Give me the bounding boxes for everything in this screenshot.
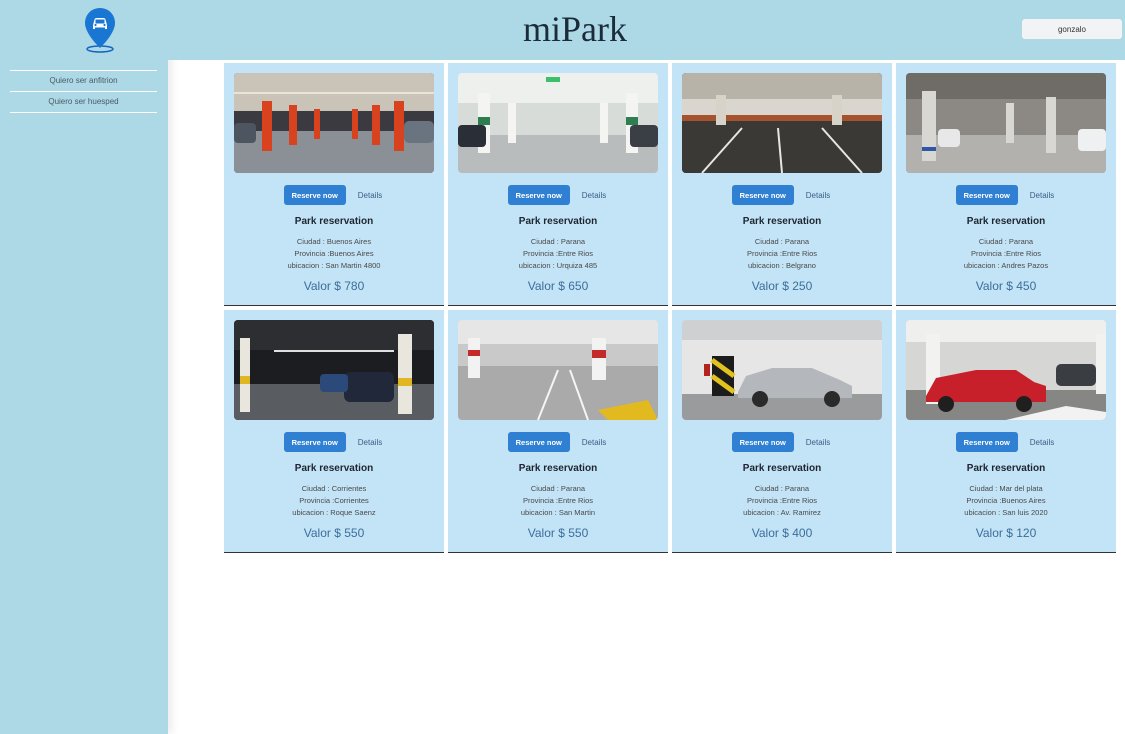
card-ubicacion: ubicacion : Andres Pazos (963, 261, 1049, 270)
parking-card: Reserve now Details Park reservation Ciu… (224, 63, 444, 306)
card-actions: Reserve now Details (672, 432, 892, 452)
reserve-now-button[interactable]: Reserve now (507, 432, 570, 452)
card-price: Valor $ 120 (975, 526, 1037, 540)
card-info: Ciudad : Parana Provincia :Entre Rios ub… (672, 236, 892, 272)
sidebar-link-anfitrion[interactable]: Quiero ser anfitrion (10, 70, 157, 91)
card-provincia: Provincia :Buenos Aires (966, 496, 1046, 505)
card-title: Park reservation (742, 463, 822, 474)
card-provincia: Provincia :Buenos Aires (294, 249, 374, 258)
card-ubicacion: ubicacion : San Martin (520, 508, 596, 517)
card-ubicacion: ubicacion : San luis 2020 (964, 508, 1048, 517)
card-price: Valor $ 450 (975, 279, 1037, 293)
reserve-now-button[interactable]: Reserve now (731, 432, 794, 452)
details-link[interactable]: Details (804, 191, 832, 200)
header: miPark gonzalo (168, 0, 1125, 60)
card-price: Valor $ 550 (527, 526, 589, 540)
parking-card: Reserve now Details Park reservation Ciu… (896, 63, 1116, 306)
user-button[interactable]: gonzalo (1022, 19, 1122, 39)
card-title: Park reservation (294, 216, 374, 227)
sidebar-link-huesped[interactable]: Quiero ser huesped (10, 91, 157, 113)
parking-photo (234, 73, 434, 173)
parking-card: Reserve now Details Park reservation Ciu… (896, 310, 1116, 553)
card-ciudad: Ciudad : Mar del plata (969, 484, 1043, 493)
card-title: Park reservation (742, 216, 822, 227)
reserve-now-button[interactable]: Reserve now (955, 432, 1018, 452)
card-ciudad: Ciudad : Parana (978, 237, 1034, 246)
card-ciudad: Ciudad : Parana (530, 237, 586, 246)
parking-grid: Reserve now Details Park reservation Ciu… (224, 63, 1116, 553)
sidebar: Quiero ser anfitrion Quiero ser huesped (0, 0, 168, 734)
card-actions: Reserve now Details (448, 185, 668, 205)
card-actions: Reserve now Details (896, 185, 1116, 205)
parking-photo (458, 73, 658, 173)
parking-photo (682, 320, 882, 420)
card-actions: Reserve now Details (224, 432, 444, 452)
details-link[interactable]: Details (580, 191, 608, 200)
parking-pin-car-icon[interactable] (84, 7, 116, 53)
card-info: Ciudad : Mar del plata Provincia :Buenos… (896, 483, 1116, 519)
card-info: Ciudad : Parana Provincia :Entre Rios ub… (896, 236, 1116, 272)
parking-card: Reserve now Details Park reservation Ciu… (448, 310, 668, 553)
card-provincia: Provincia :Entre Rios (746, 249, 818, 258)
card-ubicacion: ubicacion : Belgrano (748, 261, 816, 270)
card-price: Valor $ 550 (303, 526, 365, 540)
card-actions: Reserve now Details (448, 432, 668, 452)
card-info: Ciudad : Buenos Aires Provincia :Buenos … (224, 236, 444, 272)
card-info: Ciudad : Parana Provincia :Entre Rios ub… (448, 236, 668, 272)
reserve-now-button[interactable]: Reserve now (283, 432, 346, 452)
card-actions: Reserve now Details (896, 432, 1116, 452)
parking-photo (234, 320, 434, 420)
card-ubicacion: ubicacion : Roque Saenz (292, 508, 376, 517)
card-price: Valor $ 780 (303, 279, 365, 293)
card-price: Valor $ 650 (527, 279, 589, 293)
sidebar-nav: Quiero ser anfitrion Quiero ser huesped (10, 70, 157, 113)
parking-card: Reserve now Details Park reservation Ciu… (672, 310, 892, 553)
card-title: Park reservation (966, 216, 1046, 227)
parking-photo (458, 320, 658, 420)
details-link[interactable]: Details (580, 438, 608, 447)
parking-card: Reserve now Details Park reservation Ciu… (224, 310, 444, 553)
card-provincia: Provincia :Corrientes (299, 496, 369, 505)
details-link[interactable]: Details (804, 438, 832, 447)
details-link[interactable]: Details (1028, 191, 1056, 200)
card-provincia: Provincia :Entre Rios (522, 496, 594, 505)
card-actions: Reserve now Details (672, 185, 892, 205)
card-info: Ciudad : Parana Provincia :Entre Rios ub… (448, 483, 668, 519)
parking-photo (906, 320, 1106, 420)
details-link[interactable]: Details (1028, 438, 1056, 447)
card-actions: Reserve now Details (224, 185, 444, 205)
card-info: Ciudad : Corrientes Provincia :Corriente… (224, 483, 444, 519)
reserve-now-button[interactable]: Reserve now (955, 185, 1018, 205)
reserve-now-button[interactable]: Reserve now (283, 185, 346, 205)
card-ciudad: Ciudad : Buenos Aires (296, 237, 372, 246)
card-title: Park reservation (518, 216, 598, 227)
card-ciudad: Ciudad : Parana (754, 237, 810, 246)
parking-photo (682, 73, 882, 173)
app-title: miPark (523, 9, 627, 49)
parking-photo (906, 73, 1106, 173)
card-price: Valor $ 400 (751, 526, 813, 540)
reserve-now-button[interactable]: Reserve now (731, 185, 794, 205)
card-provincia: Provincia :Entre Rios (522, 249, 594, 258)
reserve-now-button[interactable]: Reserve now (507, 185, 570, 205)
card-ubicacion: ubicacion : Av. Ramirez (743, 508, 821, 517)
card-ciudad: Ciudad : Corrientes (301, 484, 367, 493)
parking-card: Reserve now Details Park reservation Ciu… (448, 63, 668, 306)
card-info: Ciudad : Parana Provincia :Entre Rios ub… (672, 483, 892, 519)
card-ciudad: Ciudad : Parana (754, 484, 810, 493)
details-link[interactable]: Details (356, 438, 384, 447)
card-price: Valor $ 250 (751, 279, 813, 293)
card-ubicacion: ubicacion : San Martin 4800 (287, 261, 381, 270)
details-link[interactable]: Details (356, 191, 384, 200)
card-title: Park reservation (518, 463, 598, 474)
card-title: Park reservation (294, 463, 374, 474)
card-provincia: Provincia :Entre Rios (746, 496, 818, 505)
card-ubicacion: ubicacion : Urquiza 485 (518, 261, 598, 270)
card-ciudad: Ciudad : Parana (530, 484, 586, 493)
parking-card: Reserve now Details Park reservation Ciu… (672, 63, 892, 306)
card-title: Park reservation (966, 463, 1046, 474)
card-provincia: Provincia :Entre Rios (970, 249, 1042, 258)
